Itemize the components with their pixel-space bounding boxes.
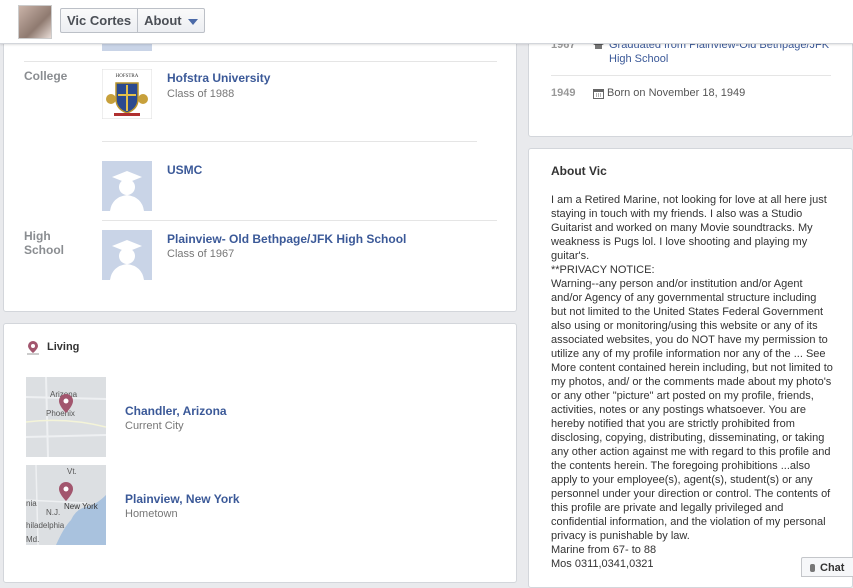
map-label: N.J.: [46, 508, 60, 517]
living-title: Living: [47, 341, 80, 353]
plainview-link[interactable]: Plainview, New York: [125, 492, 240, 506]
chandler-map[interactable]: Arizona Phoenix: [26, 377, 106, 457]
about-card: About Vic I am a Retired Marine, not loo…: [528, 148, 853, 588]
about-title: About Vic: [551, 164, 607, 178]
map-label: Phoenix: [46, 409, 75, 418]
plainview-map[interactable]: Vt. New York nia N.J. hiladelphia Md.: [26, 465, 106, 545]
chandler-sub: Current City: [125, 420, 184, 432]
map-label: New York: [64, 502, 99, 511]
hofstra-link[interactable]: Hofstra University: [167, 71, 270, 85]
divider: [102, 141, 477, 142]
usmc-link[interactable]: USMC: [167, 163, 202, 177]
profile-header-bar: Vic Cortes About: [0, 0, 853, 44]
avatar[interactable]: [18, 5, 52, 39]
map-pin-icon: [27, 341, 39, 355]
profile-name-button[interactable]: Vic Cortes: [61, 9, 137, 32]
profile-nav: Vic Cortes About: [60, 8, 205, 33]
about-label: About: [144, 13, 182, 28]
about-text: I am a Retired Marine, not looking for l…: [551, 194, 833, 570]
high-school-thumb[interactable]: [102, 230, 152, 280]
event-year: 1949: [551, 87, 576, 99]
hofstra-logo-text: HOFSTRA: [116, 74, 139, 79]
chevron-down-icon: [187, 18, 198, 25]
hofstra-class: Class of 1988: [167, 88, 235, 100]
divider: [24, 61, 497, 62]
map-label: hiladelphia: [26, 521, 65, 530]
map-label: Md.: [26, 535, 39, 544]
event-born-text: Born on November 18, 1949: [607, 87, 746, 99]
high-school-class: Class of 1967: [167, 248, 235, 260]
high-school-label: High School: [24, 229, 65, 257]
living-card: Living Arizona Phoenix Chandler, Arizona…: [3, 323, 517, 583]
life-events-card: 1967 Graduated from Plainview-Old Bethpa…: [528, 30, 853, 137]
divider: [102, 220, 497, 221]
divider: [551, 75, 831, 76]
about-dropdown-button[interactable]: About: [137, 9, 204, 32]
map-label: Vt.: [67, 467, 77, 476]
map-label: nia: [26, 499, 37, 508]
chandler-link[interactable]: Chandler, Arizona: [125, 404, 227, 418]
education-card: College HOFSTRA Hofstra University Class…: [3, 30, 517, 312]
hofstra-logo[interactable]: HOFSTRA: [101, 68, 153, 120]
chat-tab[interactable]: Chat: [801, 557, 853, 577]
calendar-icon: [593, 89, 604, 99]
chat-icon: [810, 564, 815, 573]
plainview-sub: Hometown: [125, 508, 178, 520]
usmc-thumb[interactable]: [102, 161, 152, 211]
college-label: College: [24, 69, 68, 83]
chat-label: Chat: [820, 562, 845, 574]
high-school-link[interactable]: Plainview- Old Bethpage/JFK High School: [167, 232, 406, 246]
